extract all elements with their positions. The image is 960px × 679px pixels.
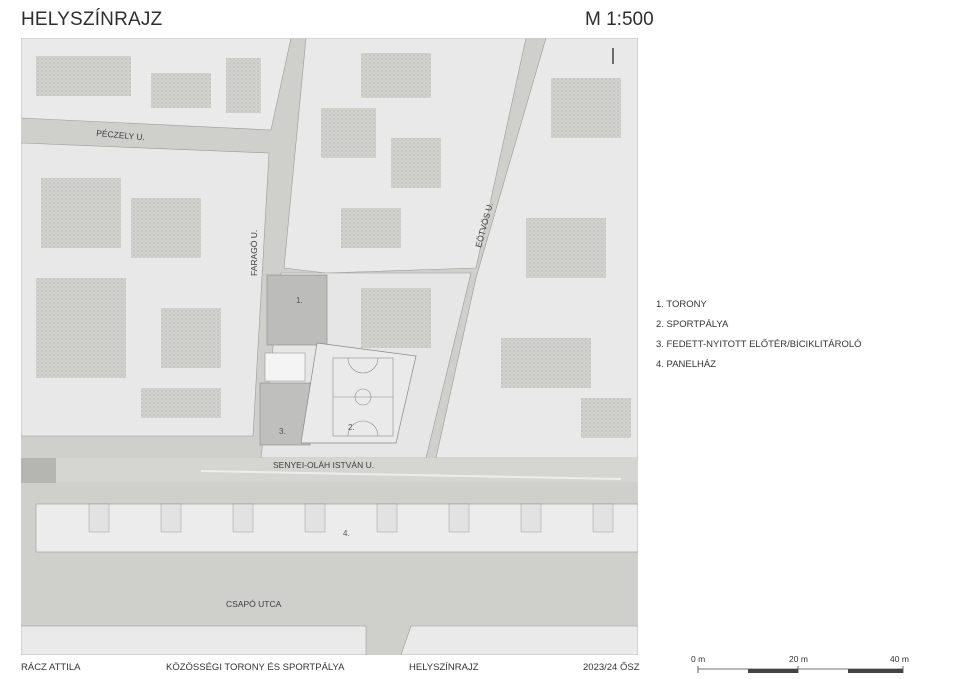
- label-4: 4.: [343, 529, 350, 538]
- legend-item-tower: 1. TORONY: [656, 299, 707, 310]
- scale-label: M 1:500: [585, 9, 654, 30]
- legend-item-panel: 4. PANELHÁZ: [656, 359, 717, 370]
- footer-project: KÖZÖSSÉGI TORONY ÉS SPORTPÁLYA: [166, 662, 345, 673]
- legend: 1. TORONY 2. SPORTPÁLYA 3. FEDETT-NYITOT…: [656, 298, 862, 378]
- footer-author: RÁCZ ATTILA: [21, 662, 81, 673]
- label-2: 2.: [348, 423, 355, 432]
- sheet-title: HELYSZÍNRAJZ: [21, 9, 163, 30]
- street-senyei: SENYEI-OLÁH ISTVÁN U.: [273, 460, 374, 470]
- footer-semester: 2023/24 ŐSZ: [583, 662, 640, 673]
- street-farago: FARAGÓ U.: [249, 230, 259, 276]
- panel-building: [35, 503, 638, 553]
- legend-item-forecourt: 3. FEDETT-NYITOTT ELŐTÉR/BICIKLITÁROLÓ: [656, 339, 862, 350]
- street-csapo: CSAPÓ UTCA: [226, 599, 282, 609]
- footer-sheet: HELYSZÍNRAJZ: [409, 662, 479, 673]
- legend-item-court: 2. SPORTPÁLYA: [656, 319, 729, 330]
- tower-building: [266, 274, 328, 346]
- site-plan: PÉCZELY U. FARAGÓ U. EÖTVÖS U. SENYEI-OL…: [21, 38, 638, 655]
- scale-bar: 0 m 20 m 40 m: [690, 654, 912, 676]
- label-3: 3.: [279, 427, 286, 436]
- label-1: 1.: [296, 296, 303, 305]
